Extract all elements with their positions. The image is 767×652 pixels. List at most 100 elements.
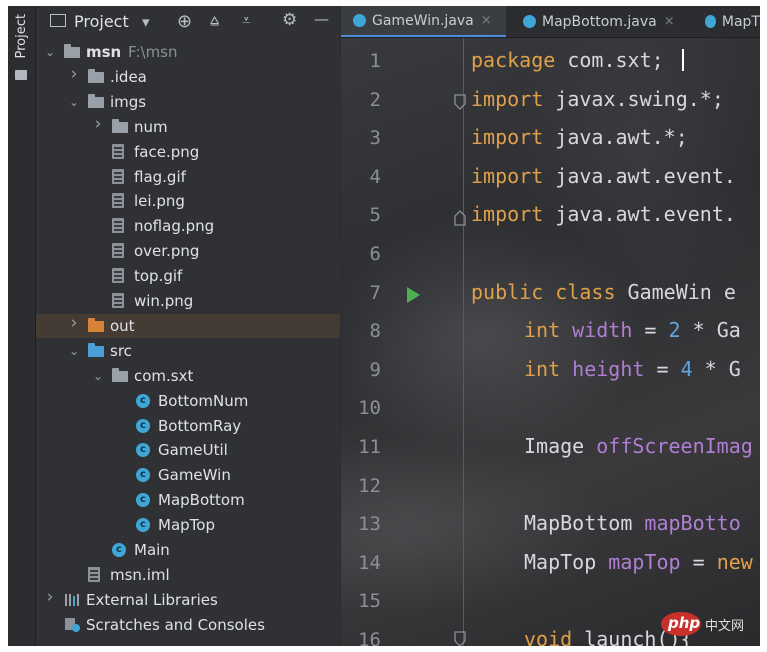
tree-item-label: imgs <box>110 92 147 111</box>
line-number: 8 <box>369 320 381 343</box>
code-line[interactable]: MapTop mapTop = new <box>524 550 753 574</box>
tree-item-bottomnum[interactable]: c BottomNum <box>36 389 340 413</box>
code-line[interactable]: import java.awt.event. <box>471 164 736 188</box>
locate-icon[interactable]: ⊕ <box>177 11 192 32</box>
tree-item-over-png[interactable]: over.png <box>36 239 340 263</box>
file-icon <box>112 268 124 284</box>
tree-item-gamewin[interactable]: c GameWin <box>36 463 340 487</box>
chevron-right-icon[interactable]: › <box>92 115 104 132</box>
view-dropdown-icon[interactable]: ▾ <box>142 13 150 31</box>
tree-item-label: msn.iml <box>110 565 170 584</box>
tree-item-label: .idea <box>110 67 147 86</box>
project-tool-tab[interactable]: Project <box>11 10 31 62</box>
tree-item-imgs[interactable]: ⌄ imgs <box>36 90 340 114</box>
code-line[interactable]: package com.sxt; <box>471 48 664 72</box>
gear-icon[interactable]: ⚙ <box>282 10 297 30</box>
code-token: int <box>524 318 573 343</box>
code-token: MapBottom <box>524 511 645 536</box>
chevron-down-icon[interactable]: ⌄ <box>92 370 104 382</box>
tree-item-label: BottomRay <box>158 416 242 435</box>
tree-item-src[interactable]: ⌄ src <box>36 339 340 363</box>
chevron-down-icon[interactable]: ⌄ <box>68 345 80 357</box>
tree-item-msn[interactable]: ⌄ msn F:\msn <box>36 40 340 64</box>
code-token: width <box>572 318 645 343</box>
close-tab-icon[interactable]: × <box>664 14 675 29</box>
code-line[interactable]: public class GameWin e <box>471 280 736 304</box>
chevron-right-icon[interactable]: › <box>68 314 80 331</box>
code-token: 2 <box>668 318 693 343</box>
structure-icon[interactable] <box>15 70 27 80</box>
tree-item-label: MapBottom <box>158 491 245 510</box>
tree-item-label: top.gif <box>134 267 183 286</box>
tree-item-label: GameUtil <box>158 441 228 460</box>
fold-marker-icon[interactable] <box>453 94 467 110</box>
chevron-down-icon[interactable]: ⌄ <box>44 46 56 58</box>
code-line[interactable]: import javax.swing.*; <box>471 87 724 111</box>
line-number: 15 <box>358 590 381 613</box>
tree-item-flag-gif[interactable]: flag.gif <box>36 165 340 189</box>
minimize-icon[interactable]: — <box>314 10 329 28</box>
project-tool-tab-label: Project <box>13 13 29 59</box>
tree-item-lei-png[interactable]: lei.png <box>36 189 340 213</box>
line-number: 7 <box>369 281 381 304</box>
editor-tab[interactable]: GameWin.java × <box>341 6 506 37</box>
collapse-all-icon[interactable]: ⩡ <box>242 11 250 29</box>
tree-item-gameutil[interactable]: c GameUtil <box>36 438 340 462</box>
tree-item-msn-iml[interactable]: msn.iml <box>36 563 340 587</box>
folder-icon <box>112 118 128 133</box>
close-tab-icon[interactable]: × <box>481 13 492 28</box>
code-token: * G <box>704 356 741 381</box>
code-token: java.awt.event. <box>555 202 736 227</box>
tree-item-bottomray[interactable]: c BottomRay <box>36 414 340 438</box>
code-token: import <box>471 163 556 188</box>
tree-item-label: lei.png <box>134 192 185 211</box>
line-number: 1 <box>369 50 381 72</box>
tree-item-num[interactable]: › num <box>36 115 340 139</box>
tree-item-top-gif[interactable]: top.gif <box>36 264 340 288</box>
tree-item-maptop[interactable]: c MapTop <box>36 513 340 537</box>
tree-item-label: noflag.png <box>134 217 215 236</box>
editor-tab-label: MapBottom.java <box>542 13 657 30</box>
chevron-right-icon[interactable]: › <box>44 588 56 605</box>
code-line[interactable]: int width = 2 * Ga <box>524 318 741 342</box>
tree-item-win-png[interactable]: win.png <box>36 289 340 313</box>
ide-window: Project Project ▾ ⊕ ⩠ ⩡ ⚙ — ⌄ msn F:\msn ›.… <box>8 6 760 646</box>
java-class-icon <box>705 15 716 28</box>
code-line[interactable]: Image offScreenImag <box>524 434 753 458</box>
expand-all-icon[interactable]: ⩠ <box>210 11 219 29</box>
editor-tab[interactable]: MapT <box>693 6 760 37</box>
tree-item-idea[interactable]: › .idea <box>36 65 340 89</box>
file-icon <box>112 293 124 308</box>
fold-marker-icon[interactable] <box>453 631 467 646</box>
tree-item-out[interactable]: › out <box>36 313 340 338</box>
chevron-right-icon[interactable]: › <box>68 65 80 82</box>
tree-item-noflag-png[interactable]: noflag.png <box>36 214 340 238</box>
folder-icon <box>88 317 104 332</box>
project-panel-header: Project ▾ ⊕ ⩠ ⩡ ⚙ — <box>36 6 340 37</box>
package-icon <box>112 367 128 382</box>
tree-item-com-sxt[interactable]: ⌄ com.sxt <box>36 364 340 388</box>
fold-marker-icon[interactable] <box>453 210 467 226</box>
tree-item-label: face.png <box>134 142 200 161</box>
code-token: mapTop <box>608 549 693 574</box>
code-token: import <box>471 202 556 227</box>
tree-item-mapbottom[interactable]: c MapBottom <box>36 488 340 512</box>
run-icon[interactable] <box>405 286 421 304</box>
watermark-suffix: 中文网 <box>705 619 745 634</box>
tree-item-main[interactable]: c Main <box>36 538 340 562</box>
tree-item-scratches-and-consoles[interactable]: Scratches and Consoles <box>36 613 340 637</box>
code-line[interactable]: import java.awt.event. <box>471 202 736 226</box>
code-line[interactable]: import java.awt.*; <box>471 125 688 149</box>
java-class-icon: c <box>136 393 150 408</box>
code-token: MapTop <box>524 549 609 574</box>
project-view-title[interactable]: Project <box>74 12 129 31</box>
code-line[interactable]: int height = 4 * G <box>524 357 741 381</box>
tree-item-label: MapTop <box>158 516 215 535</box>
tree-item-face-png[interactable]: face.png <box>36 140 340 164</box>
tree-item-label: BottomNum <box>158 391 249 410</box>
chevron-down-icon[interactable]: ⌄ <box>68 96 80 108</box>
code-area[interactable]: package com.sxt; import javax.swing.*; imp… <box>463 38 760 646</box>
code-line[interactable]: MapBottom mapBotto <box>524 511 741 535</box>
editor-tab[interactable]: MapBottom.java × <box>511 6 689 37</box>
tree-item-external-libraries[interactable]: › External Libraries <box>36 588 340 612</box>
